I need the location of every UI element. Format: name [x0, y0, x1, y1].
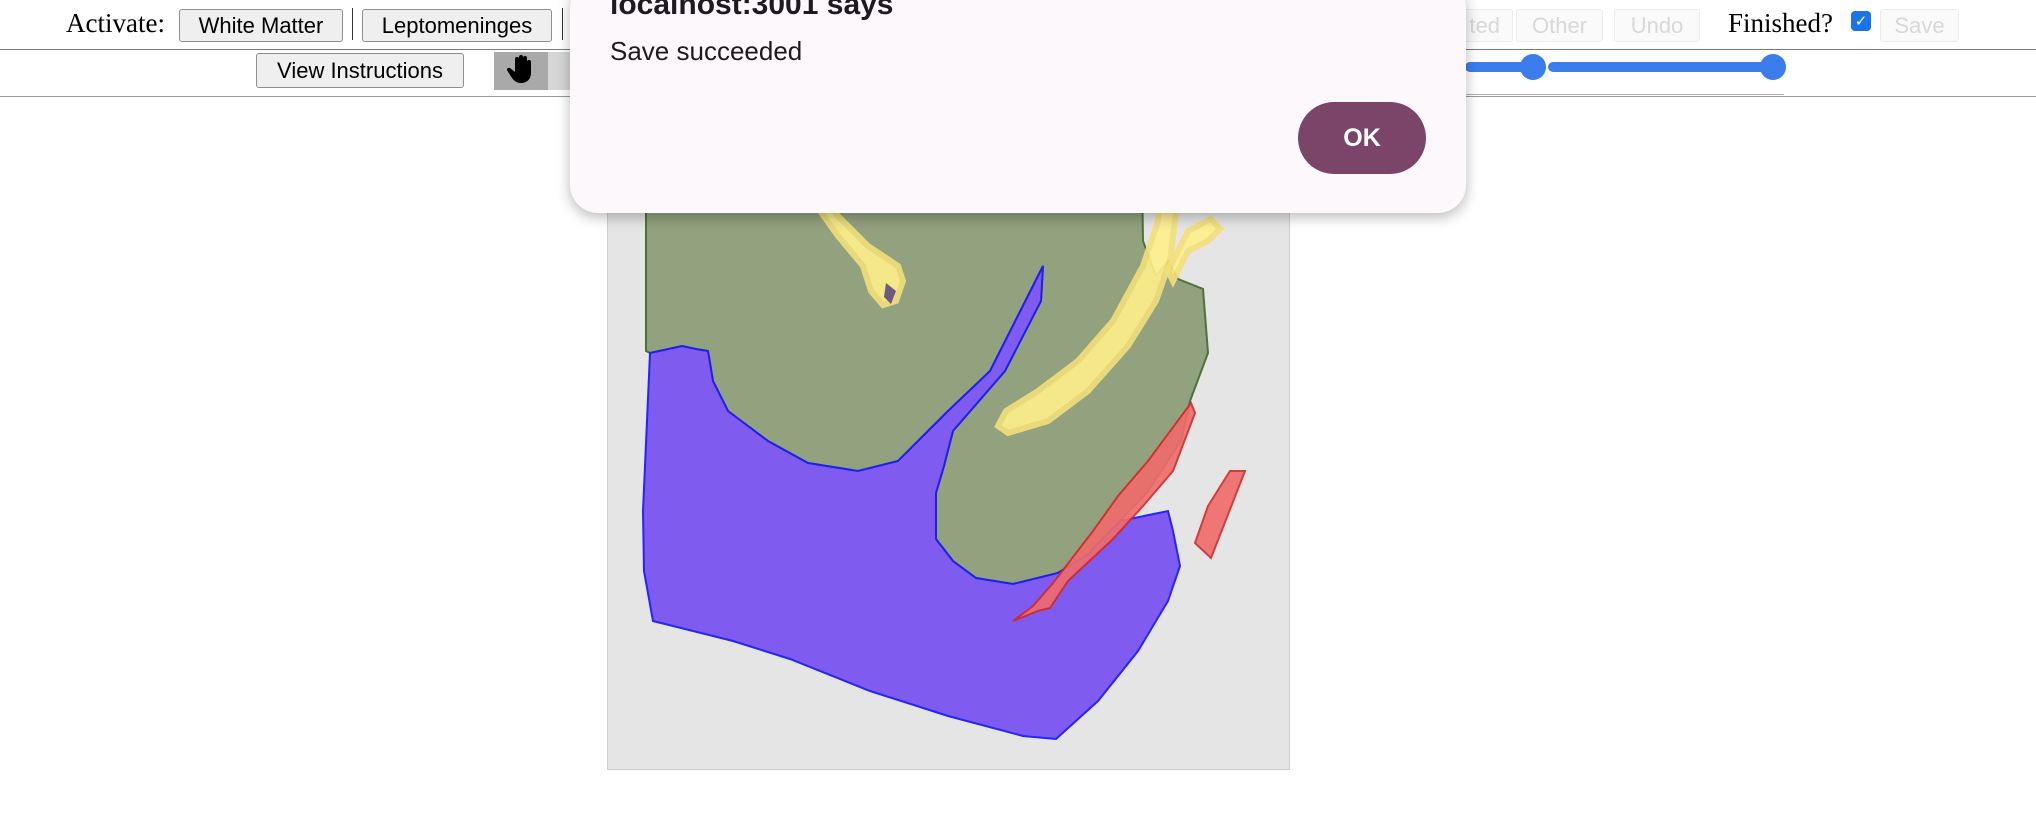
hand-tool-button[interactable]	[494, 52, 548, 90]
toolbar-divider	[352, 8, 353, 40]
toolbar-divider	[562, 8, 563, 40]
range-slider-track[interactable]	[1548, 62, 1774, 72]
finished-label: Finished?	[1728, 8, 1833, 38]
tool-button[interactable]	[548, 52, 570, 90]
leptomeninges-button[interactable]: Leptomeninges	[362, 9, 552, 42]
other-button[interactable]: Other	[1516, 9, 1603, 42]
dialog-title: localhost:3001 says	[610, 0, 894, 21]
finished-checkbox[interactable]: ✓	[1851, 11, 1871, 31]
alert-dialog: localhost:3001 says Save succeeded OK	[570, 0, 1466, 213]
save-button[interactable]: Save	[1880, 9, 1959, 42]
undo-button[interactable]: Undo	[1614, 9, 1700, 42]
view-instructions-button[interactable]: View Instructions	[256, 53, 464, 88]
dialog-message: Save succeeded	[610, 36, 803, 66]
opacity-slider-thumb[interactable]	[1520, 54, 1546, 80]
activate-label: Activate:	[66, 8, 165, 38]
annotation-canvas[interactable]	[607, 170, 1290, 770]
ok-button[interactable]: OK	[1298, 102, 1426, 174]
hand-icon	[506, 54, 535, 89]
slider-underline	[1458, 94, 1784, 95]
white-matter-button[interactable]: White Matter	[179, 9, 343, 42]
red-annotation-small[interactable]	[1193, 470, 1247, 560]
range-slider-thumb[interactable]	[1760, 54, 1786, 80]
